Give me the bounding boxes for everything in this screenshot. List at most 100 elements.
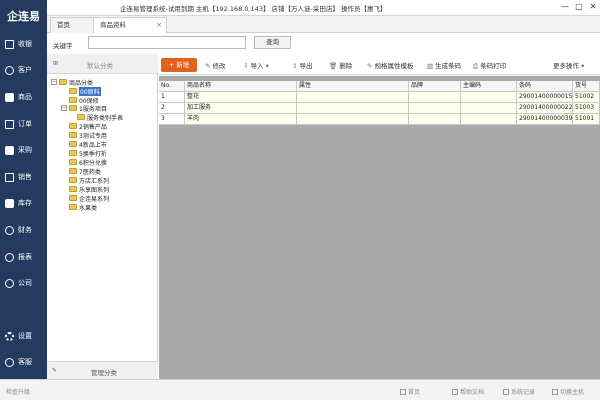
tab-product-info[interactable]: 商品资料 × xyxy=(93,17,167,33)
export-button[interactable]: ⇧ 导出 xyxy=(292,60,312,70)
folder-icon xyxy=(69,168,77,174)
generate-barcode-button[interactable]: ▥ 生成条码 xyxy=(427,60,461,70)
column-header[interactable]: 货号 xyxy=(573,81,600,92)
manage-category-label: 管理分类 xyxy=(91,369,117,377)
status-help[interactable]: 帮助文档 xyxy=(452,387,484,396)
collapse-icon[interactable]: − xyxy=(61,105,67,111)
trash-icon: 🗑 xyxy=(329,62,338,70)
service-icon xyxy=(5,357,14,367)
folder-icon xyxy=(69,132,77,138)
import-button[interactable]: ⇩ 导入 ▾ xyxy=(243,60,271,70)
table-row[interactable]: 1 整花 29001400000015 51002 xyxy=(159,92,600,103)
nav-item-settings[interactable]: 设置 xyxy=(0,325,47,347)
nav-item-cashier[interactable]: 收银 xyxy=(0,33,47,55)
delete-button[interactable]: 🗑 删除 xyxy=(329,60,352,70)
nav-item-sales[interactable]: 销售 xyxy=(0,166,47,188)
nav-item-label: 客户 xyxy=(18,66,32,74)
folder-icon xyxy=(69,186,77,192)
tree-node[interactable]: 企连易系列 xyxy=(69,194,109,203)
nav-item-label: 报表 xyxy=(18,253,32,261)
nav-item-label: 收银 xyxy=(18,40,32,48)
nav-item-company[interactable]: 公司 xyxy=(0,272,47,294)
tree-node[interactable]: 万店汇系列 xyxy=(69,176,109,185)
template-button[interactable]: ✎ 规格属性模板 xyxy=(367,60,413,70)
app-logo: 企连易 xyxy=(0,0,47,33)
import-icon: ⇩ xyxy=(243,62,249,70)
nav-item-product[interactable]: 商品 xyxy=(0,86,47,108)
tree-node[interactable]: 水果类 xyxy=(69,203,97,212)
tree-header: ⊞ 默认分类 xyxy=(47,54,158,74)
column-header[interactable]: No. xyxy=(159,81,185,92)
table-row[interactable]: 2 加工服务 29001400000022 51003 xyxy=(159,103,600,114)
nav-item-label: 库存 xyxy=(18,199,32,207)
keyword-input[interactable] xyxy=(88,36,246,49)
window-controls: — □ ✕ xyxy=(558,0,600,14)
pencil-icon: ✎ xyxy=(205,62,211,70)
inventory-icon xyxy=(5,198,14,208)
column-header[interactable]: 条码 xyxy=(517,81,573,92)
nav-item-label: 采购 xyxy=(18,146,32,154)
tab-product-info-label: 商品资料 xyxy=(100,21,126,29)
more-actions-button[interactable]: 更多操作 ▾ xyxy=(553,60,586,70)
tree-node[interactable]: 4新品上市 xyxy=(69,140,107,149)
folder-icon xyxy=(69,195,77,201)
tree-node[interactable]: −1服务项目 xyxy=(61,104,107,113)
nav-item-customer[interactable]: 客户 xyxy=(0,59,47,81)
export-icon: ⇧ xyxy=(292,62,298,70)
folder-icon xyxy=(69,88,77,94)
nav-item-purchase[interactable]: 采购 xyxy=(0,139,47,161)
manage-category-bar[interactable]: ✎ 管理分类 xyxy=(47,361,158,379)
tree-node[interactable]: 服务类别手表 xyxy=(77,113,123,122)
minimize-button[interactable]: — xyxy=(558,0,572,14)
maximize-button[interactable]: □ xyxy=(572,0,586,14)
status-log[interactable]: 系统记录 xyxy=(503,387,535,396)
tab-close-icon[interactable]: × xyxy=(156,18,162,32)
tree-node[interactable]: 6积分兑换 xyxy=(69,158,107,167)
status-home[interactable]: 首页 xyxy=(400,387,420,396)
tree-node[interactable]: 5换季打折 xyxy=(69,149,107,158)
tree-node[interactable]: 3测试专用 xyxy=(69,131,107,140)
nav-item-finance[interactable]: 财务 xyxy=(0,219,47,241)
query-button[interactable]: 查询 xyxy=(254,36,291,49)
tree-node[interactable]: 2销售产品 xyxy=(69,122,107,131)
grid-toolbar: + 新增 ✎ 修改 ⇩ 导入 ▾ ⇧ 导出 🗑 删除 ✎ 规格属性模板 ▥ 生成条码 ⎙ 条码… xyxy=(159,55,600,75)
nav-item-service[interactable]: 客服 xyxy=(0,351,47,373)
window-title: 企连易管理系统-试用到期 主机【192.168.0.143】 店铺【万人谜-采田… xyxy=(120,5,387,13)
tab-home[interactable]: 首页 xyxy=(50,17,94,33)
tag-icon: ✎ xyxy=(52,367,58,374)
nav-item-label: 客服 xyxy=(18,358,32,366)
column-header[interactable]: 主编码 xyxy=(461,81,517,92)
nav-item-report[interactable]: 报表 xyxy=(0,246,47,268)
table-row[interactable]: 3 羊肉 29001400000039 51001 xyxy=(159,114,600,125)
purchase-icon xyxy=(5,145,14,155)
column-header[interactable]: 品牌 xyxy=(409,81,461,92)
folder-icon xyxy=(69,105,77,111)
template-icon: ✎ xyxy=(367,62,373,70)
add-button[interactable]: + 新增 xyxy=(161,58,197,72)
column-header[interactable]: 属性 xyxy=(297,81,409,92)
folder-icon xyxy=(69,150,77,156)
status-switch-host[interactable]: 切换主机 xyxy=(552,387,584,396)
tree-node[interactable]: 00原料 xyxy=(69,86,101,96)
tree-header-label: 默认分类 xyxy=(87,62,113,70)
left-sidebar: 收银 客户 商品 订单 采购 销售 库存 财务 报表 公司 设置 客服 xyxy=(0,33,47,379)
tree-node[interactable]: 乐享图系列 xyxy=(69,185,109,194)
customer-icon xyxy=(5,65,14,75)
tree-node-root[interactable]: − 商品分类 xyxy=(51,78,93,87)
edit-button[interactable]: ✎ 修改 xyxy=(205,60,225,70)
check-update-link[interactable]: 检查升级 xyxy=(6,387,30,396)
nav-item-label: 订单 xyxy=(18,120,32,128)
collapse-icon[interactable]: − xyxy=(51,79,57,85)
status-bar: 检查升级 首页 帮助文档 系统记录 切换主机 xyxy=(0,379,600,400)
close-button[interactable]: ✕ xyxy=(586,0,600,14)
nav-item-order[interactable]: 订单 xyxy=(0,113,47,135)
category-tree-panel: ⊞ 默认分类 − 商品分类 00原料 00保修 −1服务项目 服务类别手表 2销售… xyxy=(47,54,158,379)
print-barcode-button[interactable]: ⎙ 条码打印 xyxy=(473,60,506,71)
pin-icon[interactable]: ⊞ xyxy=(53,60,58,67)
barcode-icon: ▥ xyxy=(427,62,434,70)
column-header[interactable]: 商品名称 xyxy=(185,81,297,92)
home-icon xyxy=(400,389,406,395)
chevron-down-icon: ▾ xyxy=(263,62,269,70)
tree-node[interactable]: 7医药类 xyxy=(69,167,101,176)
nav-item-inventory[interactable]: 库存 xyxy=(0,192,47,214)
